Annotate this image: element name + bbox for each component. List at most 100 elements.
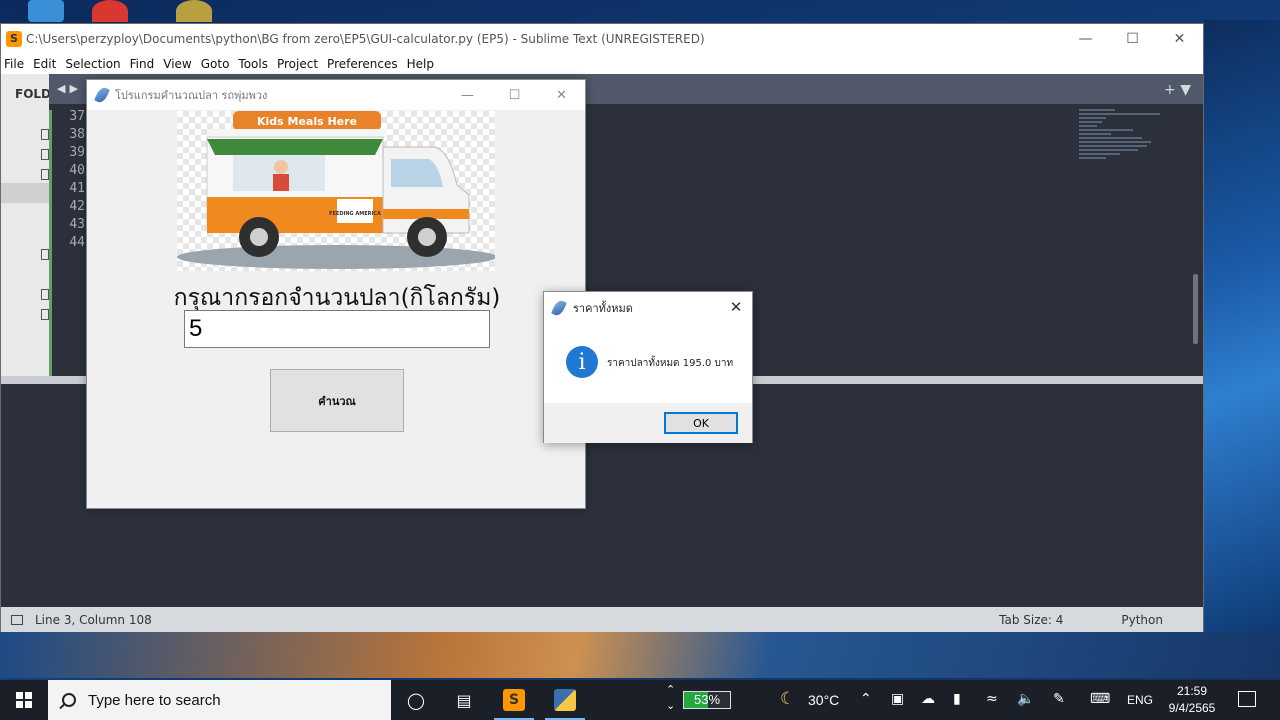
sublime-icon: S — [503, 689, 525, 711]
new-tab-icon[interactable]: + ▼ — [1164, 82, 1191, 98]
windows-logo-icon — [16, 692, 32, 708]
line-number: 37 — [69, 109, 85, 124]
battery-indicator[interactable]: 53% — [683, 691, 731, 709]
menu-goto[interactable]: Goto — [201, 57, 230, 71]
maximize-button[interactable]: ☐ — [1109, 24, 1156, 53]
file-icon[interactable] — [41, 129, 49, 140]
feather-icon — [94, 85, 110, 105]
minimize-button[interactable]: — — [444, 80, 491, 110]
show-hidden-icons-chevron-icon[interactable]: ⌃ — [860, 691, 872, 707]
file-icon[interactable] — [41, 169, 49, 180]
menu-tools[interactable]: Tools — [238, 57, 268, 71]
panel-toggle-icon[interactable] — [11, 614, 23, 625]
weather-moon-icon[interactable]: ☾ — [780, 689, 795, 709]
calculator-window: โปรแกรมคำนวณปลา รถพุ่มพวง — ☐ ✕ Kids Mea… — [86, 79, 586, 509]
sidebar: FOLD — [1, 74, 51, 376]
tray-scroll-arrows-icon[interactable]: ⌃ ⌄ — [666, 682, 675, 714]
battery-percent: 53% — [693, 692, 721, 707]
feather-icon — [551, 298, 567, 317]
dialog-titlebar[interactable]: ราคาทั้งหมด ✕ — [544, 292, 752, 323]
statusbar: Line 3, Column 108 Tab Size: 4 Python — [1, 607, 1203, 632]
start-button[interactable] — [0, 680, 48, 720]
dialog-message: ราคาปลาทั้งหมด 195.0 บาท — [607, 358, 734, 369]
line-number: 40 — [69, 163, 85, 178]
taskbar-python[interactable] — [541, 680, 589, 720]
line-number: 44 — [69, 235, 85, 250]
calculator-title: โปรแกรมคำนวณปลา รถพุ่มพวง — [115, 89, 268, 102]
battery-icon[interactable]: ▮ — [953, 691, 961, 707]
wifi-icon[interactable]: ≈ — [986, 691, 998, 707]
clock-date: 9/4/2565 — [1168, 701, 1216, 715]
maximize-button[interactable]: ☐ — [491, 80, 538, 110]
sublime-titlebar[interactable]: S C:\Users\perzyploy\Documents\python\BG… — [1, 24, 1203, 53]
python-icon — [554, 689, 576, 711]
food-truck-illustration: Kids Meals Here FEEDING AMERICA — [177, 111, 497, 269]
desktop-icon-app[interactable] — [176, 0, 212, 22]
sublime-app-icon: S — [6, 30, 22, 47]
task-view-icon[interactable]: ▤ — [440, 680, 488, 720]
file-icon[interactable] — [41, 289, 49, 300]
truck-logo-text: FEEDING AMERICA — [329, 211, 381, 217]
desktop-icon-folder[interactable] — [28, 0, 64, 22]
menu-view[interactable]: View — [163, 57, 191, 71]
line-number: 38 — [69, 127, 85, 142]
sidebar-selected-row[interactable] — [1, 183, 49, 203]
dialog-footer: OK — [544, 403, 752, 443]
food-truck-image: Kids Meals Here FEEDING AMERICA — [177, 111, 497, 271]
taskbar-sublime[interactable]: S — [490, 680, 538, 720]
ok-button[interactable]: OK — [664, 412, 738, 434]
calculate-button[interactable]: คำนวณ — [270, 369, 404, 432]
dialog-close-button[interactable]: ✕ — [726, 297, 746, 317]
cursor-position: Line 3, Column 108 — [35, 612, 152, 627]
minimize-button[interactable]: — — [1062, 24, 1109, 53]
meet-now-icon[interactable]: ▣ — [891, 691, 904, 707]
search-placeholder: Type here to search — [88, 691, 221, 709]
menu-file[interactable]: File — [4, 57, 24, 71]
input-language[interactable]: ENG — [1127, 693, 1153, 707]
file-icon[interactable] — [41, 249, 49, 260]
menu-project[interactable]: Project — [277, 57, 318, 71]
line-number: 39 — [69, 145, 85, 160]
touch-keyboard-icon[interactable]: ⌨ — [1090, 691, 1110, 707]
temperature[interactable]: 30°C — [808, 692, 839, 708]
editor-scrollbar[interactable] — [1193, 274, 1198, 344]
onedrive-cloud-icon[interactable]: ☁ — [921, 691, 935, 707]
tab-size[interactable]: Tab Size: 4 — [999, 613, 1063, 627]
menu-selection[interactable]: Selection — [65, 57, 120, 71]
clock-time: 21:59 — [1176, 684, 1208, 698]
window-title: C:\Users\perzyploy\Documents\python\BG f… — [26, 31, 705, 46]
result-dialog: ราคาทั้งหมด ✕ i ราคาปลาทั้งหมด 195.0 บาท… — [543, 291, 753, 443]
close-button[interactable]: ✕ — [1156, 24, 1203, 53]
file-icon[interactable] — [41, 149, 49, 160]
menu-preferences[interactable]: Preferences — [327, 57, 398, 71]
tab-nav-arrows[interactable]: ◀▶ — [57, 82, 82, 95]
calculator-titlebar[interactable]: โปรแกรมคำนวณปลา รถพุ่มพวง — ☐ ✕ — [87, 80, 585, 110]
truck-sign-text: Kids Meals Here — [257, 115, 357, 128]
menu-edit[interactable]: Edit — [33, 57, 56, 71]
desktop-icon-chrome[interactable] — [92, 0, 128, 22]
volume-icon[interactable]: 🔈 — [1017, 691, 1034, 707]
close-button[interactable]: ✕ — [538, 80, 585, 110]
wallpaper-right — [1204, 20, 1280, 632]
pen-icon[interactable]: ✎ — [1053, 691, 1065, 707]
cortana-icon[interactable]: ◯ — [392, 680, 440, 720]
menubar: File Edit Selection Find View Goto Tools… — [1, 53, 1203, 74]
line-number: 42 — [69, 199, 85, 214]
search-icon — [62, 693, 76, 707]
file-icon[interactable] — [41, 309, 49, 320]
line-number: 41 — [69, 181, 85, 196]
minimap[interactable] — [1079, 109, 1169, 199]
menu-find[interactable]: Find — [130, 57, 155, 71]
taskbar-search[interactable]: Type here to search — [48, 680, 391, 720]
dialog-title: ราคาทั้งหมด — [573, 301, 633, 315]
line-number-gutter: 37 38 39 40 41 42 43 44 — [49, 108, 89, 252]
notification-center-icon[interactable] — [1238, 691, 1256, 707]
menu-help[interactable]: Help — [407, 57, 434, 71]
info-icon: i — [566, 346, 598, 378]
taskbar-clock[interactable]: 21:59 9/4/2565 — [1158, 683, 1226, 717]
wallpaper-streak — [0, 630, 1280, 678]
fish-kg-input[interactable]: 5 — [184, 310, 490, 348]
line-number: 43 — [69, 217, 85, 232]
taskbar: Type here to search ◯ ▤ S ⌃ ⌄ 53% ☾ 30°C … — [0, 680, 1280, 720]
syntax-indicator[interactable]: Python — [1121, 613, 1163, 627]
